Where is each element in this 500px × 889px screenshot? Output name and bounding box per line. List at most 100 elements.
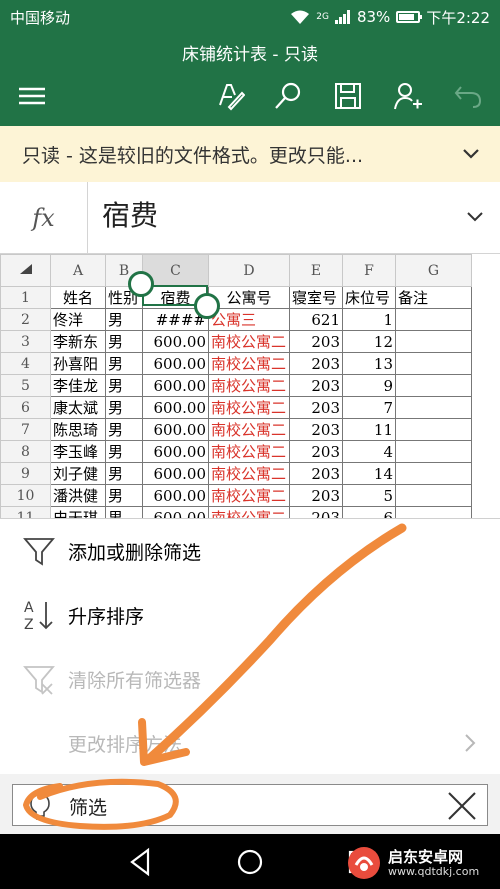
table-cell[interactable] (395, 374, 472, 397)
table-cell[interactable]: 203 (289, 374, 343, 397)
table-cell[interactable]: 600.00 (142, 440, 209, 463)
row-header[interactable]: 1 (0, 286, 51, 309)
spreadsheet-grid[interactable]: A B C D E F G 1 姓名 性别 宿费 公寓号 寝室号 床位号 备注 … (0, 254, 500, 518)
header-cell[interactable]: 姓名 (50, 286, 106, 309)
table-cell[interactable]: 203 (289, 352, 343, 375)
row-header[interactable]: 11 (0, 506, 51, 518)
table-cell[interactable]: 9 (342, 374, 396, 397)
table-cell[interactable]: 600.00 (142, 506, 209, 518)
table-cell[interactable] (395, 330, 472, 353)
header-cell[interactable]: 备注 (395, 286, 472, 309)
table-cell[interactable] (395, 308, 472, 331)
table-cell[interactable]: 1 (342, 308, 396, 331)
table-cell[interactable]: 203 (289, 396, 343, 419)
row-header[interactable]: 6 (0, 396, 51, 419)
table-cell[interactable]: 7 (342, 396, 396, 419)
table-cell[interactable]: 南校公寓二 (208, 418, 290, 441)
column-header[interactable]: D (208, 254, 290, 287)
table-cell[interactable]: 5 (342, 484, 396, 507)
table-cell[interactable]: 史天琪 (50, 506, 106, 518)
table-cell[interactable]: 佟洋 (50, 308, 106, 331)
formula-content[interactable]: 宿费 (102, 194, 158, 234)
row-header[interactable]: 4 (0, 352, 51, 375)
table-cell[interactable]: 南校公寓二 (208, 484, 290, 507)
tell-me-input[interactable]: 筛选 (12, 784, 488, 826)
table-cell[interactable]: 刘子健 (50, 462, 106, 485)
table-cell[interactable]: 公寓三 (208, 308, 290, 331)
table-cell[interactable]: 南校公寓二 (208, 330, 290, 353)
header-cell[interactable]: 公寓号 (208, 286, 290, 309)
save-icon[interactable] (330, 78, 366, 114)
table-cell[interactable]: 李新东 (50, 330, 106, 353)
table-cell[interactable]: 203 (289, 330, 343, 353)
table-cell[interactable]: 4 (342, 440, 396, 463)
table-cell[interactable]: 李佳龙 (50, 374, 106, 397)
table-cell[interactable]: 男 (105, 352, 143, 375)
table-cell[interactable] (395, 462, 472, 485)
table-cell[interactable]: 600.00 (142, 330, 209, 353)
undo-icon[interactable] (450, 78, 486, 114)
share-person-icon[interactable] (390, 78, 426, 114)
table-cell[interactable]: 南校公寓二 (208, 374, 290, 397)
table-cell[interactable] (395, 418, 472, 441)
column-header[interactable]: E (289, 254, 343, 287)
row-header[interactable]: 7 (0, 418, 51, 441)
table-cell[interactable]: 203 (289, 418, 343, 441)
table-cell[interactable]: 600.00 (142, 374, 209, 397)
table-cell[interactable]: 600.00 (142, 462, 209, 485)
change-sort-item[interactable]: 更改排序方法 (0, 711, 500, 775)
selection-handle-end[interactable] (194, 293, 220, 319)
table-cell[interactable]: 男 (105, 462, 143, 485)
table-cell[interactable]: 600.00 (142, 418, 209, 441)
read-only-banner[interactable]: 只读 - 这是较旧的文件格式。更改只能... (0, 126, 500, 182)
table-cell[interactable]: 男 (105, 396, 143, 419)
header-cell[interactable]: 床位号 (342, 286, 396, 309)
add-remove-filter-item[interactable]: 添加或删除筛选 (0, 519, 500, 583)
table-cell[interactable]: 203 (289, 506, 343, 518)
table-cell[interactable]: 621 (289, 308, 343, 331)
column-header[interactable]: F (342, 254, 396, 287)
chevron-down-icon[interactable] (462, 148, 480, 160)
row-header[interactable]: 2 (0, 308, 51, 331)
table-cell[interactable]: 南校公寓二 (208, 352, 290, 375)
table-cell[interactable]: 孙喜阳 (50, 352, 106, 375)
selection-handle-start[interactable] (128, 271, 154, 297)
table-cell[interactable]: 男 (105, 484, 143, 507)
search-icon[interactable] (270, 78, 306, 114)
table-cell[interactable]: 男 (105, 330, 143, 353)
row-header[interactable]: 3 (0, 330, 51, 353)
table-cell[interactable]: 潘洪健 (50, 484, 106, 507)
table-cell[interactable]: 男 (105, 506, 143, 518)
table-cell[interactable]: 203 (289, 484, 343, 507)
table-cell[interactable] (395, 352, 472, 375)
table-cell[interactable] (395, 484, 472, 507)
back-icon[interactable] (124, 846, 156, 878)
table-cell[interactable]: 600.00 (142, 484, 209, 507)
table-cell[interactable]: 男 (105, 418, 143, 441)
table-cell[interactable]: 6 (342, 506, 396, 518)
table-cell[interactable]: 11 (342, 418, 396, 441)
column-header[interactable]: G (395, 254, 472, 287)
table-cell[interactable]: 203 (289, 462, 343, 485)
column-header[interactable]: A (50, 254, 106, 287)
clear-filters-item[interactable]: 清除所有筛选器 (0, 647, 500, 711)
table-cell[interactable]: 南校公寓二 (208, 506, 290, 518)
table-cell[interactable]: 南校公寓二 (208, 396, 290, 419)
table-cell[interactable]: 600.00 (142, 396, 209, 419)
table-cell[interactable] (395, 506, 472, 518)
table-cell[interactable] (395, 396, 472, 419)
draw-icon[interactable] (212, 78, 248, 114)
table-cell[interactable]: 203 (289, 440, 343, 463)
table-cell[interactable]: 康太斌 (50, 396, 106, 419)
table-cell[interactable]: 13 (342, 352, 396, 375)
table-cell[interactable]: 南校公寓二 (208, 462, 290, 485)
table-cell[interactable]: 南校公寓二 (208, 440, 290, 463)
row-header[interactable]: 5 (0, 374, 51, 397)
row-header[interactable]: 10 (0, 484, 51, 507)
table-cell[interactable]: 陈思琦 (50, 418, 106, 441)
table-cell[interactable]: 李玉峰 (50, 440, 106, 463)
table-cell[interactable]: 男 (105, 374, 143, 397)
table-cell[interactable] (395, 440, 472, 463)
close-icon[interactable] (443, 787, 481, 825)
table-cell[interactable]: 14 (342, 462, 396, 485)
